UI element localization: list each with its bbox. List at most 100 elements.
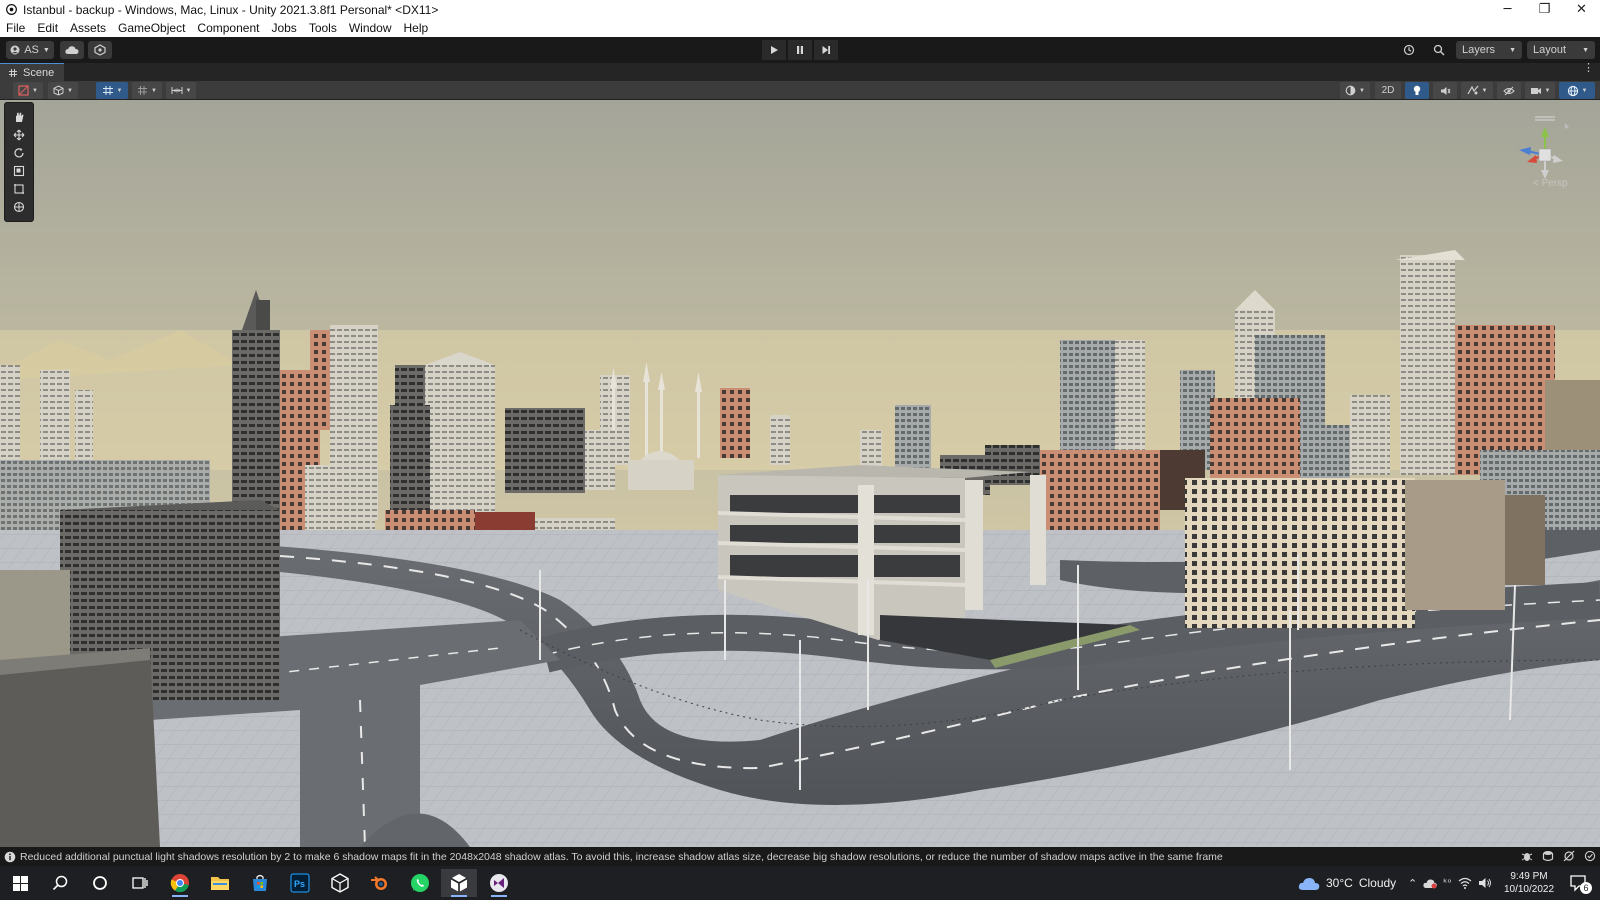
unity-editor-window: Istanbul - backup - Windows, Mac, Linux … xyxy=(0,0,1600,900)
effects-dropdown[interactable]: ▼ xyxy=(1461,82,1493,99)
show-hidden-icons-icon[interactable]: ⌃ xyxy=(1408,877,1417,890)
grid-snap-icon xyxy=(102,86,113,95)
move-icon xyxy=(13,129,25,141)
history-button[interactable] xyxy=(1398,41,1420,59)
title-bar: Istanbul - backup - Windows, Mac, Linux … xyxy=(0,0,1600,19)
render-mode-dropdown[interactable]: ▼ xyxy=(48,82,78,99)
rotate-tool-button[interactable] xyxy=(8,145,30,161)
move-tool-button[interactable] xyxy=(8,127,30,143)
account-label: AS xyxy=(24,44,39,56)
cloud-button[interactable] xyxy=(60,41,84,59)
auto-generate-lighting-icon[interactable] xyxy=(1563,850,1575,862)
menu-component[interactable]: Component xyxy=(191,21,265,35)
increment-snap-dropdown[interactable]: ▼ xyxy=(166,82,196,99)
cloud-icon xyxy=(65,46,79,54)
lighting-toggle[interactable] xyxy=(1405,82,1429,99)
menu-file[interactable]: File xyxy=(0,21,31,35)
audio-toggle[interactable] xyxy=(1433,82,1457,99)
scene-viewport[interactable]: < Persp xyxy=(0,100,1600,847)
volume-icon[interactable] xyxy=(1478,877,1492,889)
layers-dropdown[interactable]: Layers ▼ xyxy=(1456,41,1522,59)
unity-editor-taskbar-button[interactable] xyxy=(441,869,477,897)
blender-button[interactable] xyxy=(362,869,398,897)
status-icons xyxy=(1521,850,1596,862)
play-button[interactable] xyxy=(762,40,786,60)
sphere-icon xyxy=(1345,85,1356,96)
start-button[interactable] xyxy=(2,869,38,897)
collab-button[interactable] xyxy=(88,41,112,59)
weather-widget[interactable]: 30°C Cloudy xyxy=(1298,866,1396,900)
scale-tool-button[interactable] xyxy=(8,163,30,179)
menu-assets[interactable]: Assets xyxy=(64,21,112,35)
console-status-bar[interactable]: Reduced additional punctual light shadow… xyxy=(0,847,1600,866)
menu-gameobject[interactable]: GameObject xyxy=(112,21,191,35)
photoshop-icon: Ps xyxy=(290,873,310,893)
shading-mode-dropdown[interactable]: ▼ xyxy=(1340,82,1370,99)
gizmos-dropdown[interactable]: ▼ xyxy=(1559,82,1595,99)
wifi-icon[interactable] xyxy=(1458,877,1472,889)
task-view-button[interactable] xyxy=(122,869,158,897)
store-icon xyxy=(253,874,267,891)
ime-indicator-icon[interactable]: ᵏᵒ xyxy=(1443,878,1451,889)
hand-tool-button[interactable] xyxy=(8,109,30,125)
grid-icon xyxy=(138,86,148,95)
unity-hub-button[interactable] xyxy=(322,869,358,897)
action-center-button[interactable]: 6 xyxy=(1560,869,1596,897)
folder-icon xyxy=(211,877,229,890)
playmode-controls xyxy=(762,40,838,60)
cortana-icon xyxy=(93,876,107,890)
grid-snapping-toggle[interactable]: ▼ xyxy=(96,82,128,99)
cloud-sync-icon[interactable] xyxy=(1423,877,1438,889)
chrome-icon xyxy=(170,874,189,893)
minimize-button[interactable]: ─ xyxy=(1489,0,1526,19)
scene-toolbar: ▼ ▼ ▼ ▼ ▼ ▼ 2D ▼ ▼ ▼ xyxy=(0,81,1600,100)
chrome-taskbar-button[interactable] xyxy=(162,869,198,897)
visual-studio-button[interactable] xyxy=(481,869,517,897)
store-button[interactable] xyxy=(242,869,278,897)
search-button[interactable] xyxy=(1428,41,1450,59)
taskbar-search-button[interactable] xyxy=(42,869,78,897)
collab-status-icon[interactable] xyxy=(1584,850,1596,862)
step-icon xyxy=(822,46,830,54)
toggle-2d-button[interactable]: 2D xyxy=(1375,82,1401,99)
transform-tool-button[interactable] xyxy=(8,199,30,215)
maximize-button[interactable]: ❐ xyxy=(1526,0,1563,19)
camera-icon xyxy=(1530,87,1541,94)
eye-slash-icon xyxy=(1503,86,1515,95)
menu-jobs[interactable]: Jobs xyxy=(265,21,302,35)
step-button[interactable] xyxy=(814,40,838,60)
scene-tab-bar: Scene ⋮ xyxy=(0,63,1600,81)
menu-edit[interactable]: Edit xyxy=(31,21,64,35)
clock-date: 10/10/2022 xyxy=(1503,884,1555,895)
system-clock[interactable]: 9:49 PM 10/10/2022 xyxy=(1500,870,1558,896)
menu-window[interactable]: Window xyxy=(343,21,398,35)
tab-scene[interactable]: Scene xyxy=(0,63,65,81)
close-button[interactable]: ✕ xyxy=(1563,0,1600,19)
photoshop-button[interactable]: Ps xyxy=(282,869,318,897)
rotate-icon xyxy=(14,148,24,158)
grid-visibility-dropdown[interactable]: ▼ xyxy=(132,82,162,99)
hidden-objects-toggle[interactable] xyxy=(1497,82,1521,99)
clock-time: 9:49 PM xyxy=(1510,871,1548,882)
task-view-icon xyxy=(132,877,148,889)
rect-tool-button[interactable] xyxy=(8,181,30,197)
account-dropdown[interactable]: AS ▼ xyxy=(6,41,54,59)
visual-studio-icon xyxy=(490,874,508,892)
cache-server-icon[interactable] xyxy=(1542,850,1554,862)
city-scene-render xyxy=(0,100,1600,847)
file-explorer-button[interactable] xyxy=(202,869,238,897)
layout-dropdown[interactable]: Layout ▼ xyxy=(1527,41,1595,59)
menu-help[interactable]: Help xyxy=(398,21,435,35)
pause-button[interactable] xyxy=(788,40,812,60)
hand-icon xyxy=(16,112,24,122)
system-tray: ⌃ ᵏᵒ xyxy=(1408,866,1492,900)
more-options-icon[interactable]: ⋮ xyxy=(1583,63,1594,74)
camera-settings-dropdown[interactable]: ▼ xyxy=(1525,82,1555,99)
weather-temperature: 30°C xyxy=(1326,876,1353,890)
projection-label[interactable]: < Persp xyxy=(1533,178,1568,189)
draw-mode-dropdown[interactable]: ▼ xyxy=(13,82,43,99)
menu-tools[interactable]: Tools xyxy=(303,21,343,35)
bug-icon[interactable] xyxy=(1521,850,1533,862)
cortana-button[interactable] xyxy=(82,869,118,897)
whatsapp-button[interactable] xyxy=(402,869,438,897)
